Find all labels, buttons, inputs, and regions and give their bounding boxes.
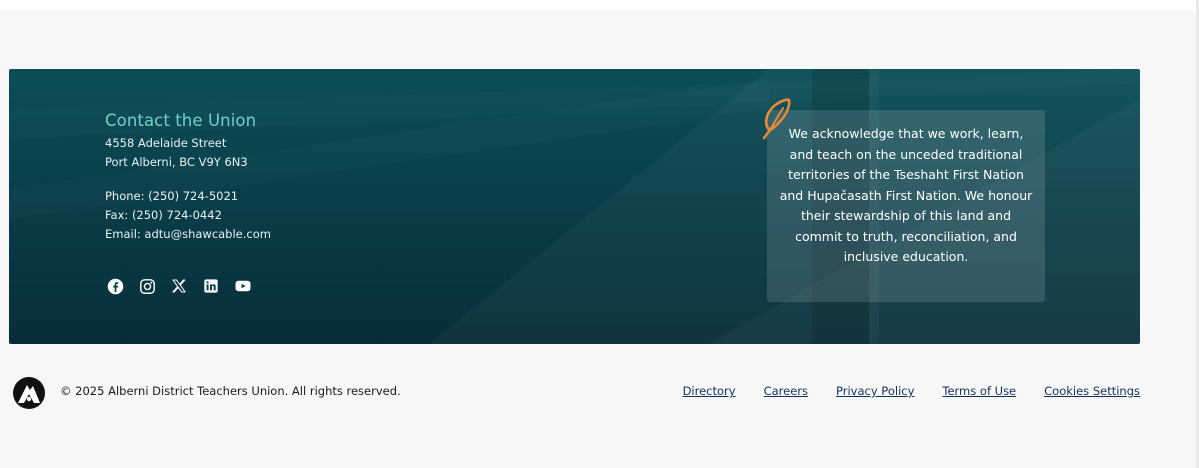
address-line-2: Port Alberni, BC V9Y 6N3 [105,155,248,169]
youtube-icon[interactable] [234,277,252,295]
land-acknowledgement-box: We acknowledge that we work, learn, and … [767,110,1045,302]
footer-link-privacy-policy[interactable]: Privacy Policy [836,384,914,398]
footer-banner: Contact the Union 4558 Adelaide Street P… [9,69,1140,344]
social-links [106,277,252,295]
footer-link-directory[interactable]: Directory [683,384,736,398]
contact-title: Contact the Union [105,111,257,130]
instagram-icon[interactable] [138,277,156,295]
mountain-logo-icon[interactable] [12,376,46,414]
footer-link-cookies-settings[interactable]: Cookies Settings [1044,384,1140,398]
linkedin-icon[interactable] [202,277,220,295]
x-twitter-icon[interactable] [170,277,188,295]
email-address: Email: adtu@shawcable.com [105,227,271,241]
footer-link-careers[interactable]: Careers [764,384,808,398]
land-acknowledgement-text: We acknowledge that we work, learn, and … [779,126,1033,264]
facebook-icon[interactable] [106,277,124,295]
address-line-1: 4558 Adelaide Street [105,136,227,150]
footer-link-terms-of-use[interactable]: Terms of Use [942,384,1016,398]
footer-links: Directory Careers Privacy Policy Terms o… [683,384,1140,398]
contact-section: Contact the Union 4558 Adelaide Street P… [105,111,271,244]
phone-number: Phone: (250) 724-5021 [105,189,239,203]
fax-number: Fax: (250) 724-0442 [105,208,222,222]
copyright-text: © 2025 Alberni District Teachers Union. … [60,384,401,398]
feather-icon [756,96,796,146]
top-strip [0,0,1199,10]
